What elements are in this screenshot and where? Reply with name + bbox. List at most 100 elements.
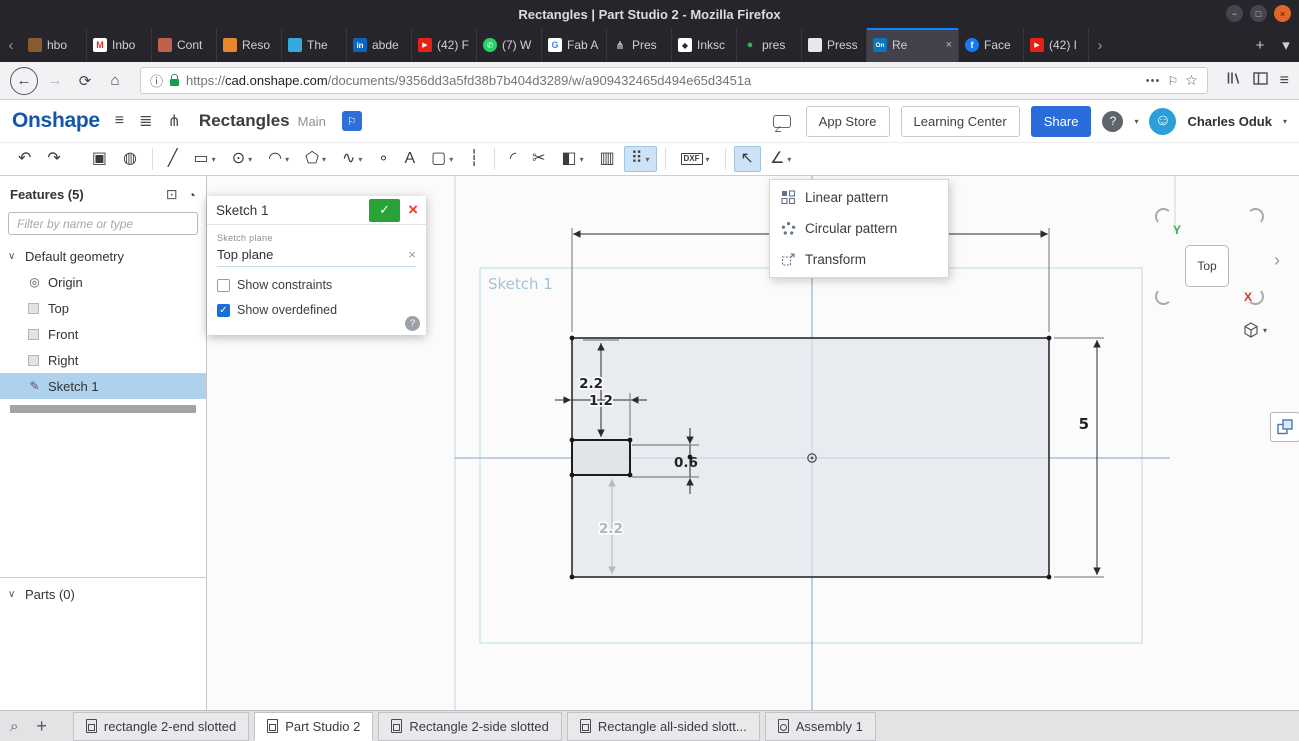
bookmark-star-icon[interactable]: ☆ (1185, 72, 1198, 89)
show-overdefined-checkbox[interactable]: ✓ (217, 303, 230, 317)
slot-tool-button[interactable]: ▢ ▾ (424, 146, 460, 172)
circle-tool-button[interactable]: ⊙ ▾ (225, 146, 259, 172)
browser-tab[interactable]: ✆ (7) W (477, 28, 542, 62)
page-actions-icon[interactable]: ••• (1146, 75, 1161, 87)
show-overdefined-row[interactable]: ✓ Show overdefined (217, 303, 416, 317)
scroll-tabs-right-button[interactable]: › (1089, 28, 1111, 62)
spline-tool-button[interactable]: ∿ ▾ (335, 146, 369, 172)
undo-button[interactable]: ↶ (11, 146, 38, 172)
menu-item-linear-pattern[interactable]: Linear pattern (770, 182, 948, 213)
menu-item-circular-pattern[interactable]: Circular pattern (770, 213, 948, 244)
reload-button[interactable]: ⟳ (72, 68, 98, 94)
page-info-icon[interactable]: ⓘ (150, 71, 163, 90)
rollback-bar[interactable] (10, 405, 196, 413)
help-caret-icon[interactable]: ▾ (1134, 117, 1138, 126)
tab-rectangle-all-sided-slotted[interactable]: Rectangle all-sided slott... (566, 711, 760, 741)
feature-item-sketch1[interactable]: ✎ Sketch 1 (0, 373, 206, 399)
forward-button[interactable]: → (42, 68, 68, 94)
tab-rectangle-2-side-slotted[interactable]: Rectangle 2-side slotted (378, 711, 562, 741)
rotate-arc-icon[interactable] (1247, 208, 1264, 225)
display-states-icon[interactable]: ⊡ (166, 186, 178, 203)
cancel-button[interactable]: × (406, 200, 426, 220)
use-project-button[interactable]: ◍ (116, 146, 144, 172)
browser-tab-active[interactable]: On Re × (867, 28, 959, 62)
rotate-arc-icon[interactable] (1155, 208, 1172, 225)
view-caret-icon[interactable]: ▾ (1263, 326, 1267, 335)
polygon-tool-button[interactable]: ⬠ ▾ (298, 146, 333, 172)
copy-button[interactable]: ▣ (85, 146, 114, 172)
arc-caret-icon[interactable]: ▾ (285, 155, 289, 164)
comment-icon[interactable] (772, 114, 791, 128)
browser-tab[interactable]: Cont (152, 28, 217, 62)
tab-rectangle-2-end-slotted[interactable]: rectangle 2-end slotted (72, 711, 250, 741)
browser-tab[interactable]: hbo (22, 28, 87, 62)
onshape-logo[interactable]: Onshape (12, 109, 100, 133)
text-tool-button[interactable]: A (397, 146, 422, 172)
clear-selection-icon[interactable]: × (408, 247, 416, 262)
workspace-name[interactable]: Main (298, 114, 326, 129)
fillet-tool-button[interactable]: ◜ (503, 146, 523, 172)
follow-icon[interactable]: ⚐ (341, 111, 362, 131)
slot-height-value[interactable]: 0.6 (674, 455, 698, 471)
insert-tab-button[interactable]: + (36, 716, 47, 737)
learning-center-button[interactable]: Learning Center (900, 105, 1020, 137)
browser-tab[interactable]: ⋔ Pres (607, 28, 672, 62)
sidebar-toggle-icon[interactable] (1252, 71, 1268, 90)
rotate-arc-icon[interactable] (1155, 288, 1172, 305)
menu-icon[interactable]: ≡ (1280, 72, 1289, 90)
new-tab-button[interactable]: + (1247, 28, 1273, 62)
menu-item-transform[interactable]: Transform (770, 244, 948, 275)
document-menu-icon[interactable]: ≡ (115, 112, 124, 130)
user-menu-caret-icon[interactable]: ▾ (1283, 117, 1287, 126)
feature-item-origin[interactable]: ◎ Origin (0, 269, 206, 295)
pattern-caret-icon[interactable]: ▾ (646, 155, 650, 164)
dimension-tool-button[interactable]: ∠ ▾ (763, 146, 798, 172)
accept-button[interactable]: ✓ (369, 198, 401, 222)
sketch-dialog-header[interactable]: Sketch 1 ✓ × (207, 196, 426, 225)
pocket-icon[interactable]: ⚐ (1167, 74, 1178, 88)
feature-item-top-plane[interactable]: Top (0, 295, 206, 321)
chevron-down-icon[interactable]: ∨ (8, 589, 18, 600)
dimension-caret-icon[interactable]: ▾ (787, 155, 791, 164)
url-bar[interactable]: ⓘ https://cad.onshape.com/documents/9356… (140, 67, 1208, 94)
trim-tool-button[interactable]: ✂ (525, 146, 552, 172)
spline-caret-icon[interactable]: ▾ (358, 155, 362, 164)
height-dimension-value[interactable]: 5 (1079, 415, 1089, 433)
rectangle-caret-icon[interactable]: ▾ (212, 155, 216, 164)
secure-lock-icon[interactable] (170, 74, 180, 86)
arc-tool-button[interactable]: ◠ ▾ (261, 146, 296, 172)
feature-item-right-plane[interactable]: Right (0, 347, 206, 373)
scroll-tabs-left-button[interactable]: ‹ (0, 28, 22, 62)
library-icon[interactable] (1226, 71, 1241, 90)
line-tool-button[interactable]: ╱ (161, 146, 185, 172)
browser-tab[interactable]: M Inbo (87, 28, 152, 62)
circle-caret-icon[interactable]: ▾ (248, 155, 252, 164)
browser-tab[interactable]: ▶ (42) F (412, 28, 477, 62)
browser-tab[interactable]: The (282, 28, 347, 62)
mirror-caret-icon[interactable]: ▾ (580, 155, 584, 164)
view-cube-top-face[interactable]: Top (1185, 245, 1229, 287)
manage-tabs-icon[interactable]: ⌕ (10, 718, 18, 735)
tab-close-icon[interactable]: × (945, 39, 952, 51)
rotate-right-chevron-icon[interactable]: › (1274, 250, 1280, 271)
pattern-tool-button[interactable]: ⠿ ▾ (623, 146, 657, 172)
browser-tab[interactable]: ◆ Inksc (672, 28, 737, 62)
feature-filter-input[interactable] (8, 212, 198, 235)
history-branch-icon[interactable]: ⋔ (168, 111, 181, 131)
polygon-caret-icon[interactable]: ▾ (322, 155, 326, 164)
inspect-tool-button[interactable]: ▥ (593, 146, 622, 172)
close-button[interactable]: × (1274, 5, 1291, 22)
dxf-tool-button[interactable]: DXF ▾ (674, 146, 717, 172)
tab-part-studio-2[interactable]: Part Studio 2 (254, 711, 374, 741)
user-name[interactable]: Charles Oduk (1187, 114, 1272, 129)
outer-rectangle[interactable] (571, 337, 1050, 578)
history-clock-icon[interactable]: ◔ (188, 187, 196, 203)
browser-tab[interactable]: Press Fi (802, 28, 867, 62)
slot-width-value[interactable]: 1.2 (587, 391, 614, 411)
parts-list-flyout-button[interactable] (1270, 412, 1299, 442)
dialog-help-icon[interactable]: ? (405, 316, 420, 331)
top-offset-value[interactable]: 2.2 (577, 374, 604, 394)
show-constraints-row[interactable]: Show constraints (217, 278, 416, 292)
parts-group[interactable]: ∨ Parts (0) (0, 581, 206, 607)
chevron-down-icon[interactable]: ∨ (8, 251, 18, 262)
